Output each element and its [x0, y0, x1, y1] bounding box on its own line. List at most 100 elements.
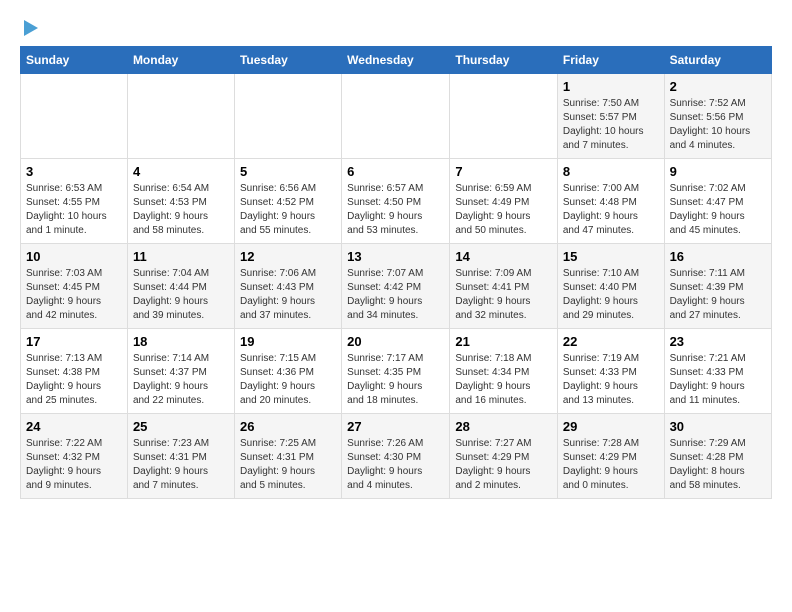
calendar-cell: 3 Sunrise: 6:53 AM Sunset: 4:55 PM Daylig…: [21, 159, 128, 244]
calendar-cell: 7 Sunrise: 6:59 AM Sunset: 4:49 PM Daylig…: [450, 159, 558, 244]
calendar-cell: 30 Sunrise: 7:29 AM Sunset: 4:28 PM Dayli…: [664, 414, 771, 499]
calendar-cell: 26 Sunrise: 7:25 AM Sunset: 4:31 PM Dayli…: [234, 414, 341, 499]
calendar-cell: 27Sunrise: 7:26 AM Sunset: 4:30 PM Dayli…: [342, 414, 450, 499]
day-number: 15: [563, 249, 659, 264]
day-info: Sunrise: 7:21 AM Sunset: 4:33 PM Dayligh…: [670, 352, 766, 408]
day-info: Sunrise: 7:06 AM Sunset: 4:43 PM Dayligh…: [240, 267, 336, 323]
day-number: 3: [26, 164, 122, 179]
day-number: 7: [455, 164, 552, 179]
calendar-cell: [21, 74, 128, 159]
day-number: 17: [26, 334, 122, 349]
day-info: Sunrise: 7:17 AM Sunset: 4:35 PM Dayligh…: [347, 352, 444, 408]
day-number: 12: [240, 249, 336, 264]
calendar-cell: 9Sunrise: 7:02 AM Sunset: 4:47 PM Daylig…: [664, 159, 771, 244]
day-info: Sunrise: 7:23 AM Sunset: 4:31 PM Dayligh…: [133, 437, 229, 493]
day-number: 21: [455, 334, 552, 349]
day-number: 16: [670, 249, 766, 264]
calendar-cell: 13 Sunrise: 7:07 AM Sunset: 4:42 PM Dayli…: [342, 244, 450, 329]
day-number: 22: [563, 334, 659, 349]
calendar-cell: 14 Sunrise: 7:09 AM Sunset: 4:41 PM Dayli…: [450, 244, 558, 329]
calendar-cell: 12 Sunrise: 7:06 AM Sunset: 4:43 PM Dayli…: [234, 244, 341, 329]
calendar-cell: [127, 74, 234, 159]
calendar-cell: 29Sunrise: 7:28 AM Sunset: 4:29 PM Dayli…: [557, 414, 664, 499]
day-number: 28: [455, 419, 552, 434]
day-info: Sunrise: 6:59 AM Sunset: 4:49 PM Dayligh…: [455, 182, 552, 238]
day-number: 5: [240, 164, 336, 179]
weekday-sunday: Sunday: [21, 47, 128, 74]
day-info: Sunrise: 7:03 AM Sunset: 4:45 PM Dayligh…: [26, 267, 122, 323]
day-number: 2: [670, 79, 766, 94]
day-info: Sunrise: 7:18 AM Sunset: 4:34 PM Dayligh…: [455, 352, 552, 408]
day-info: Sunrise: 6:53 AM Sunset: 4:55 PM Dayligh…: [26, 182, 122, 238]
calendar-body: 1Sunrise: 7:50 AM Sunset: 5:57 PM Daylig…: [21, 74, 772, 499]
header: [20, 20, 772, 36]
day-number: 25: [133, 419, 229, 434]
day-number: 23: [670, 334, 766, 349]
day-info: Sunrise: 7:09 AM Sunset: 4:41 PM Dayligh…: [455, 267, 552, 323]
day-info: Sunrise: 7:27 AM Sunset: 4:29 PM Dayligh…: [455, 437, 552, 493]
weekday-saturday: Saturday: [664, 47, 771, 74]
day-info: Sunrise: 7:50 AM Sunset: 5:57 PM Dayligh…: [563, 97, 659, 153]
calendar-cell: 25 Sunrise: 7:23 AM Sunset: 4:31 PM Dayli…: [127, 414, 234, 499]
weekday-header-row: SundayMondayTuesdayWednesdayThursdayFrid…: [21, 47, 772, 74]
calendar-cell: 6 Sunrise: 6:57 AM Sunset: 4:50 PM Daylig…: [342, 159, 450, 244]
calendar-cell: 21 Sunrise: 7:18 AM Sunset: 4:34 PM Dayli…: [450, 329, 558, 414]
day-number: 11: [133, 249, 229, 264]
day-info: Sunrise: 7:29 AM Sunset: 4:28 PM Dayligh…: [670, 437, 766, 493]
day-number: 30: [670, 419, 766, 434]
calendar-cell: 28 Sunrise: 7:27 AM Sunset: 4:29 PM Dayli…: [450, 414, 558, 499]
day-info: Sunrise: 7:52 AM Sunset: 5:56 PM Dayligh…: [670, 97, 766, 153]
logo-arrow-icon: [24, 20, 38, 36]
weekday-friday: Friday: [557, 47, 664, 74]
day-number: 18: [133, 334, 229, 349]
calendar-cell: 11 Sunrise: 7:04 AM Sunset: 4:44 PM Dayli…: [127, 244, 234, 329]
day-number: 20: [347, 334, 444, 349]
calendar-cell: 17Sunrise: 7:13 AM Sunset: 4:38 PM Dayli…: [21, 329, 128, 414]
calendar-cell: 2 Sunrise: 7:52 AM Sunset: 5:56 PM Daylig…: [664, 74, 771, 159]
calendar-cell: 4 Sunrise: 6:54 AM Sunset: 4:53 PM Daylig…: [127, 159, 234, 244]
day-number: 4: [133, 164, 229, 179]
calendar-cell: 10 Sunrise: 7:03 AM Sunset: 4:45 PM Dayli…: [21, 244, 128, 329]
day-info: Sunrise: 7:02 AM Sunset: 4:47 PM Dayligh…: [670, 182, 766, 238]
day-number: 19: [240, 334, 336, 349]
day-info: Sunrise: 7:28 AM Sunset: 4:29 PM Dayligh…: [563, 437, 659, 493]
day-number: 8: [563, 164, 659, 179]
weekday-wednesday: Wednesday: [342, 47, 450, 74]
day-info: Sunrise: 6:54 AM Sunset: 4:53 PM Dayligh…: [133, 182, 229, 238]
day-number: 10: [26, 249, 122, 264]
calendar-cell: [342, 74, 450, 159]
day-info: Sunrise: 7:10 AM Sunset: 4:40 PM Dayligh…: [563, 267, 659, 323]
day-info: Sunrise: 7:11 AM Sunset: 4:39 PM Dayligh…: [670, 267, 766, 323]
day-number: 26: [240, 419, 336, 434]
calendar-cell: [450, 74, 558, 159]
week-row-4: 17Sunrise: 7:13 AM Sunset: 4:38 PM Dayli…: [21, 329, 772, 414]
calendar-cell: 19Sunrise: 7:15 AM Sunset: 4:36 PM Dayli…: [234, 329, 341, 414]
calendar-cell: 16 Sunrise: 7:11 AM Sunset: 4:39 PM Dayli…: [664, 244, 771, 329]
weekday-tuesday: Tuesday: [234, 47, 341, 74]
weekday-monday: Monday: [127, 47, 234, 74]
calendar-cell: 23 Sunrise: 7:21 AM Sunset: 4:33 PM Dayli…: [664, 329, 771, 414]
day-number: 6: [347, 164, 444, 179]
day-info: Sunrise: 7:14 AM Sunset: 4:37 PM Dayligh…: [133, 352, 229, 408]
calendar-cell: 1Sunrise: 7:50 AM Sunset: 5:57 PM Daylig…: [557, 74, 664, 159]
day-info: Sunrise: 7:19 AM Sunset: 4:33 PM Dayligh…: [563, 352, 659, 408]
day-number: 14: [455, 249, 552, 264]
calendar-cell: 20 Sunrise: 7:17 AM Sunset: 4:35 PM Dayli…: [342, 329, 450, 414]
day-info: Sunrise: 7:04 AM Sunset: 4:44 PM Dayligh…: [133, 267, 229, 323]
weekday-thursday: Thursday: [450, 47, 558, 74]
day-number: 24: [26, 419, 122, 434]
calendar-cell: 18 Sunrise: 7:14 AM Sunset: 4:37 PM Dayli…: [127, 329, 234, 414]
day-number: 13: [347, 249, 444, 264]
day-info: Sunrise: 7:00 AM Sunset: 4:48 PM Dayligh…: [563, 182, 659, 238]
day-info: Sunrise: 7:07 AM Sunset: 4:42 PM Dayligh…: [347, 267, 444, 323]
day-info: Sunrise: 6:56 AM Sunset: 4:52 PM Dayligh…: [240, 182, 336, 238]
day-info: Sunrise: 6:57 AM Sunset: 4:50 PM Dayligh…: [347, 182, 444, 238]
logo: [20, 20, 38, 36]
calendar-cell: 8 Sunrise: 7:00 AM Sunset: 4:48 PM Daylig…: [557, 159, 664, 244]
calendar-cell: 22 Sunrise: 7:19 AM Sunset: 4:33 PM Dayli…: [557, 329, 664, 414]
day-info: Sunrise: 7:25 AM Sunset: 4:31 PM Dayligh…: [240, 437, 336, 493]
week-row-3: 10 Sunrise: 7:03 AM Sunset: 4:45 PM Dayli…: [21, 244, 772, 329]
week-row-2: 3 Sunrise: 6:53 AM Sunset: 4:55 PM Daylig…: [21, 159, 772, 244]
calendar-cell: 24Sunrise: 7:22 AM Sunset: 4:32 PM Dayli…: [21, 414, 128, 499]
week-row-1: 1Sunrise: 7:50 AM Sunset: 5:57 PM Daylig…: [21, 74, 772, 159]
